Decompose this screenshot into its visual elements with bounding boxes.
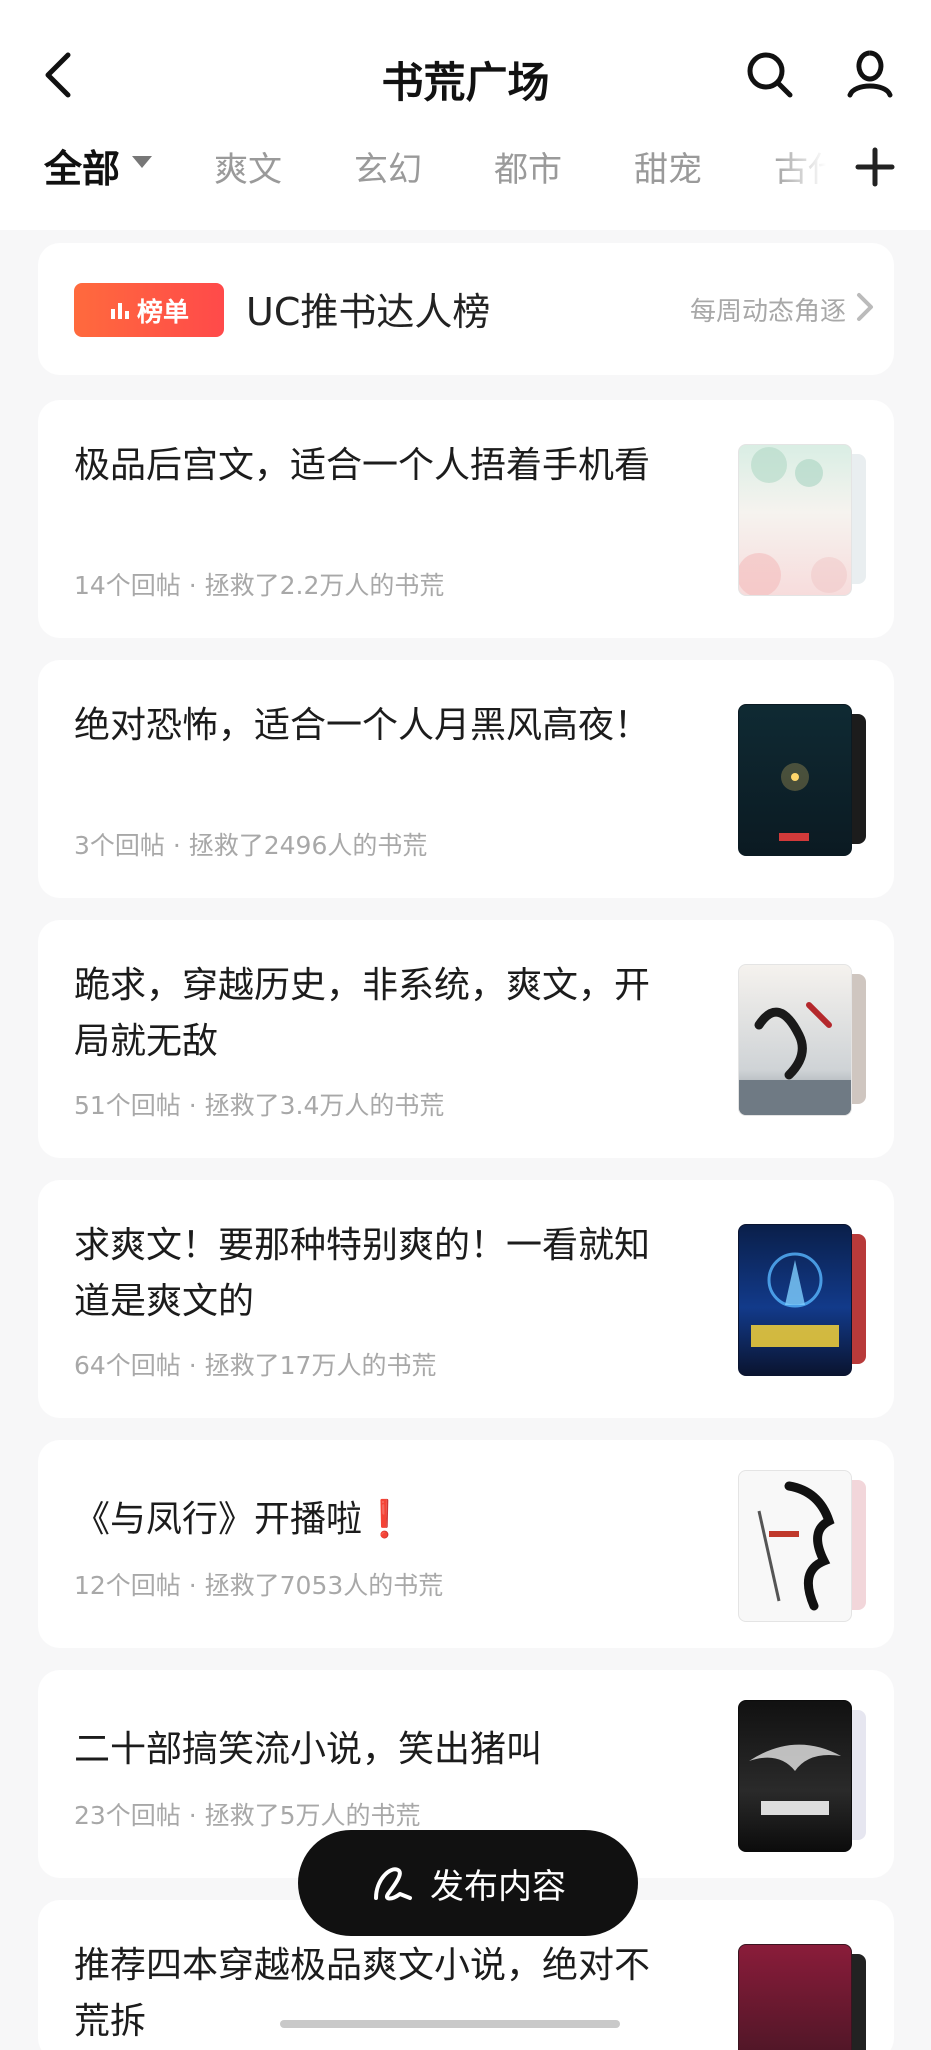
post-title: 绝对恐怖，适合一个人月黑风高夜！ bbox=[74, 705, 651, 746]
post-title: 推荐四本穿越极品爽文小说，绝对不荒拆 bbox=[74, 1945, 651, 2042]
search-icon bbox=[747, 52, 793, 98]
book-cover bbox=[738, 1470, 868, 1622]
tab-xuanhuan[interactable]: 玄幻 bbox=[354, 142, 422, 191]
cover-art-icon bbox=[749, 1744, 841, 1815]
cover-front bbox=[738, 964, 852, 1116]
book-cover bbox=[738, 964, 868, 1116]
post-meta: 23个回帖 · 拯救了5万人的书荒 bbox=[74, 1801, 421, 1830]
pen-icon bbox=[374, 1867, 412, 1901]
post-title: 极品后宫文，适合一个人捂着手机看 bbox=[74, 445, 651, 486]
tab-dushi[interactable]: 都市 bbox=[494, 142, 562, 191]
caret-down-icon[interactable] bbox=[132, 156, 152, 168]
cover-art-icon bbox=[739, 447, 847, 595]
search-button[interactable] bbox=[740, 45, 800, 105]
post-card[interactable]: 绝对恐怖，适合一个人月黑风高夜！ 3个回帖 · 拯救了2496人的书荒 bbox=[38, 660, 894, 898]
cover-art-icon bbox=[779, 763, 809, 841]
post-card[interactable]: 极品后宫文，适合一个人捂着手机看 14个回帖 · 拯救了2.2万人的书荒 bbox=[38, 400, 894, 638]
tab-shuangwen[interactable]: 爽文 bbox=[214, 142, 282, 191]
publish-button-label: 发布内容 bbox=[430, 1866, 566, 1907]
bar-chart-icon bbox=[110, 303, 129, 319]
tab-all[interactable]: 全部 bbox=[44, 138, 120, 193]
cover-front bbox=[738, 1700, 852, 1852]
post-meta: 12个回帖 · 拯救了7053人的书荒 bbox=[74, 1571, 444, 1600]
book-cover bbox=[738, 1700, 868, 1852]
post-title: 《与凤行》开播啦❗ bbox=[74, 1499, 407, 1540]
ranking-note: 每周动态角逐 bbox=[689, 297, 846, 327]
chevron-right-icon bbox=[857, 293, 873, 321]
top-bar: 书荒广场 bbox=[0, 35, 931, 125]
publish-button[interactable]: 发布内容 bbox=[298, 1830, 638, 1936]
profile-button[interactable] bbox=[840, 45, 900, 105]
post-meta: 64个回帖 · 拯救了17万人的书荒 bbox=[74, 1351, 437, 1380]
cover-front bbox=[738, 444, 852, 596]
ranking-card[interactable]: 榜单 UC推书达人榜 每周动态角逐 bbox=[38, 243, 894, 375]
post-card[interactable]: 求爽文！要那种特别爽的！一看就知道是爽文的 64个回帖 · 拯救了17万人的书荒 bbox=[38, 1180, 894, 1418]
post-title: 二十部搞笑流小说，笑出猪叫 bbox=[74, 1729, 543, 1770]
post-meta: 14个回帖 · 拯救了2.2万人的书荒 bbox=[74, 571, 445, 600]
cover-front bbox=[738, 1944, 852, 2050]
add-category-button[interactable] bbox=[850, 142, 900, 192]
cover-art-icon bbox=[739, 1002, 851, 1115]
cover-front bbox=[738, 704, 852, 856]
book-cover bbox=[738, 704, 868, 856]
book-cover bbox=[738, 444, 868, 596]
cover-art-icon bbox=[751, 1252, 839, 1347]
tabs-fade bbox=[770, 130, 850, 210]
post-card[interactable]: 跪求，穿越历史，非系统，爽文，开局就无敌 51个回帖 · 拯救了3.4万人的书荒 bbox=[38, 920, 894, 1158]
post-title: 跪求，穿越历史，非系统，爽文，开局就无敌 bbox=[74, 965, 651, 1062]
page: 书荒广场 全部 爽文 玄幻 都市 甜宠 古代 bbox=[0, 0, 931, 2050]
header: 书荒广场 全部 爽文 玄幻 都市 甜宠 古代 bbox=[0, 0, 931, 230]
cover-front bbox=[738, 1224, 852, 1376]
ranking-badge-label: 榜单 bbox=[136, 297, 189, 328]
plus-icon bbox=[855, 147, 895, 187]
home-indicator bbox=[280, 2020, 620, 2028]
book-cover bbox=[738, 1224, 868, 1376]
post-meta: 51个回帖 · 拯救了3.4万人的书荒 bbox=[74, 1091, 445, 1120]
cover-art-icon bbox=[757, 1481, 835, 1611]
post-meta: 3个回帖 · 拯救了2496人的书荒 bbox=[74, 831, 428, 860]
post-card[interactable]: 《与凤行》开播啦❗ 12个回帖 · 拯救了7053人的书荒 bbox=[38, 1440, 894, 1648]
category-tabs: 全部 爽文 玄幻 都市 甜宠 古代 bbox=[0, 130, 931, 210]
ranking-badge: 榜单 bbox=[74, 283, 224, 337]
post-title: 求爽文！要那种特别爽的！一看就知道是爽文的 bbox=[74, 1225, 651, 1322]
book-cover bbox=[738, 1944, 868, 2050]
user-icon bbox=[847, 50, 893, 98]
tab-tianchong[interactable]: 甜宠 bbox=[634, 142, 702, 191]
ranking-title: UC推书达人榜 bbox=[246, 290, 491, 334]
cover-front bbox=[738, 1470, 852, 1622]
